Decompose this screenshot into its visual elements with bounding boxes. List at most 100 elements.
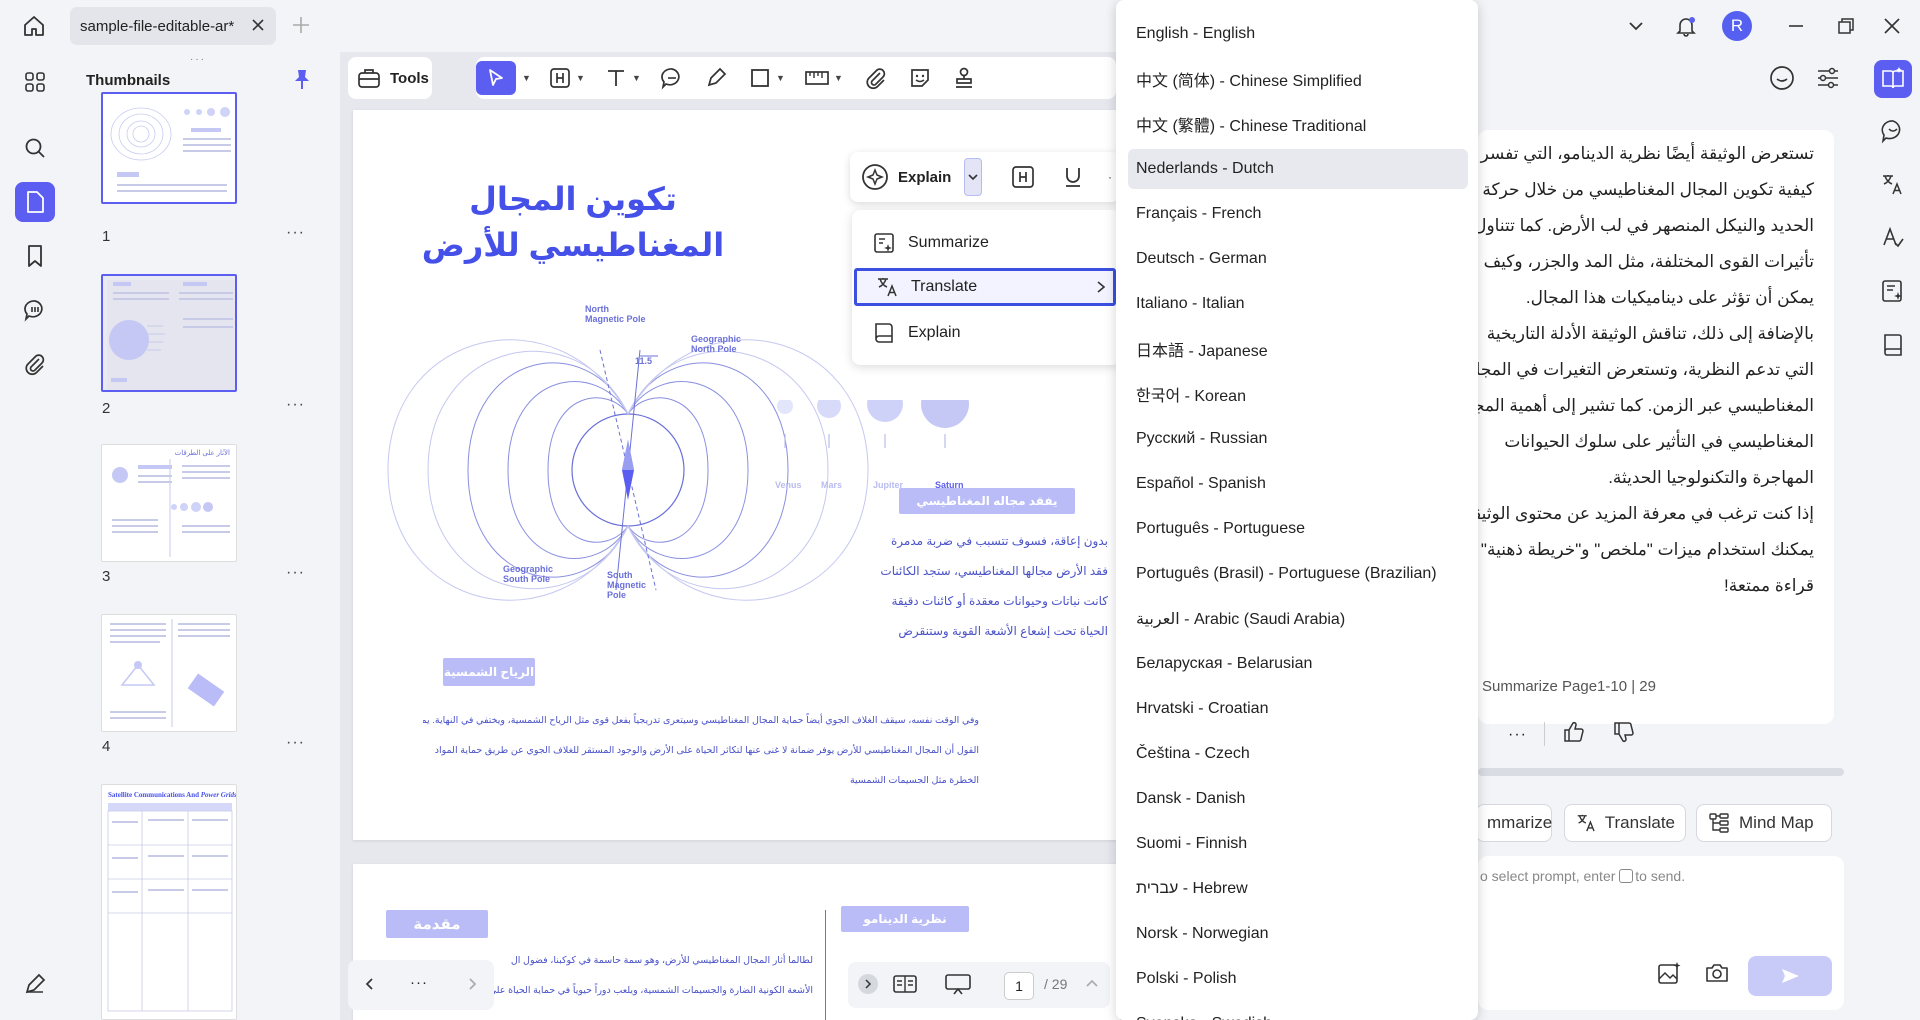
comment-tool[interactable] <box>660 61 684 95</box>
comments-button[interactable] <box>15 290 55 330</box>
next-arrow-button[interactable] <box>464 976 480 992</box>
home-button[interactable] <box>14 8 54 44</box>
thumbs-down-button[interactable] <box>1612 720 1636 744</box>
ai-chat-button[interactable] <box>1874 60 1912 98</box>
geographic-north-pole-label: Geographic North Pole <box>691 334 742 354</box>
thumbnail-page-3[interactable]: الآثار على الطرقات <box>101 444 237 562</box>
language-option[interactable]: Hrvatski - Croatian <box>1128 689 1468 729</box>
thumbnail-more-button[interactable]: ··· <box>286 734 305 752</box>
select-tool-caret[interactable]: ▼ <box>518 61 531 95</box>
thumbnail-page-5[interactable]: Satellite Communications And Power Grids <box>101 784 237 1020</box>
sticker-tool[interactable] <box>908 61 932 95</box>
language-option[interactable]: Português (Brasil) - Portuguese (Brazili… <box>1128 554 1468 594</box>
ai-image-button[interactable] <box>1656 960 1682 986</box>
highlight-text-button[interactable] <box>1010 164 1036 190</box>
bookmarks-button[interactable] <box>15 236 55 276</box>
language-option[interactable]: Dansk - Danish <box>1128 779 1468 819</box>
text-check-icon <box>1883 226 1904 248</box>
pencil-tool[interactable] <box>704 61 728 95</box>
language-option[interactable]: Français - French <box>1128 194 1468 234</box>
thumbnails-button[interactable] <box>15 182 55 222</box>
underline-button[interactable] <box>1060 164 1086 190</box>
summarize-chip[interactable]: mmarize <box>1476 804 1552 842</box>
reading-book-button[interactable] <box>1874 326 1912 364</box>
signature-button[interactable] <box>15 964 55 1004</box>
language-option[interactable]: Čeština - Czech <box>1128 734 1468 774</box>
new-tab-button[interactable] <box>290 14 312 36</box>
signature-tool[interactable] <box>952 61 976 95</box>
more-options-icon[interactable]: ··· <box>410 974 428 991</box>
pin-icon[interactable] <box>292 68 312 90</box>
language-option[interactable]: Polski - Polish <box>1128 959 1468 999</box>
close-window-button[interactable] <box>1876 10 1908 42</box>
language-option[interactable]: English - English <box>1128 14 1468 54</box>
minimize-button[interactable] <box>1780 10 1812 42</box>
screenshot-button[interactable] <box>1704 960 1730 986</box>
language-option[interactable]: العربية - Arabic (Saudi Arabia) <box>1128 599 1468 639</box>
prompt-input-area[interactable]: o select prompt, enter to send. <box>1478 856 1844 1010</box>
stamp-tool[interactable]: ▼ <box>804 61 843 95</box>
translate-panel-button[interactable] <box>1874 166 1912 204</box>
thumbnail-more-button[interactable]: ··· <box>286 396 305 414</box>
mind-map-chip[interactable]: Mind Map <box>1696 804 1832 842</box>
thumbnail-more-button[interactable]: ··· <box>286 564 305 582</box>
language-option[interactable]: Deutsch - German <box>1128 239 1468 279</box>
highlight-tool[interactable]: ▼ <box>548 61 585 95</box>
page-up-button[interactable] <box>1084 976 1100 992</box>
language-option[interactable]: Suomi - Finnish <box>1128 824 1468 864</box>
user-avatar[interactable]: R <box>1722 11 1752 41</box>
language-option[interactable]: Português - Portuguese <box>1128 509 1468 549</box>
language-option[interactable]: 한국어 - Korean <box>1128 374 1468 414</box>
notifications-button[interactable] <box>1670 10 1702 42</box>
language-option[interactable]: Italiano - Italian <box>1128 284 1468 324</box>
language-option[interactable]: 中文 (简体) - Chinese Simplified <box>1128 59 1468 99</box>
page-number-input[interactable]: 1 <box>1004 972 1034 1000</box>
presentation-button[interactable] <box>944 972 972 996</box>
language-option[interactable]: 中文 (繁體) - Chinese Traditional <box>1128 104 1468 144</box>
ai-summary-button[interactable] <box>1874 272 1912 310</box>
thumbnail-more-button[interactable]: ··· <box>286 224 305 242</box>
dropdown-button[interactable] <box>1620 10 1652 42</box>
language-option[interactable]: 日本語 - Japanese <box>1128 329 1468 369</box>
thumbnail-page-2[interactable] <box>101 274 237 392</box>
menu-item-translate[interactable]: Translate <box>854 268 1116 306</box>
menu-item-explain[interactable]: Explain <box>854 314 1116 352</box>
collapse-nav-button[interactable] <box>858 974 878 994</box>
history-button[interactable] <box>1768 64 1796 92</box>
language-option[interactable]: Español - Spanish <box>1128 464 1468 504</box>
document-tab[interactable]: sample-file-editable-ar* <box>70 7 276 45</box>
thumbnail-page-4[interactable] <box>101 614 237 732</box>
language-option[interactable]: עברית - Hebrew <box>1128 869 1468 909</box>
send-button[interactable] <box>1748 956 1832 996</box>
text-tool[interactable]: ▼ <box>604 61 641 95</box>
language-option[interactable]: Беларуская - Belarusian <box>1128 644 1468 684</box>
panel-scrollbar[interactable] <box>1478 768 1844 776</box>
tools-button[interactable]: Tools <box>348 57 432 99</box>
explain-button[interactable]: Explain <box>860 160 951 194</box>
page-layout-button[interactable] <box>892 972 918 996</box>
more-icon[interactable]: · <box>1108 170 1112 184</box>
thumbs-up-button[interactable] <box>1562 720 1586 744</box>
close-tab-icon[interactable] <box>250 17 266 33</box>
panel-settings-button[interactable] <box>1814 64 1842 92</box>
menu-item-summarize[interactable]: Summarize <box>854 224 1116 262</box>
prev-arrow-button[interactable] <box>362 976 378 992</box>
thumbnail-page-1[interactable] <box>101 92 237 204</box>
restore-button[interactable] <box>1830 10 1862 42</box>
language-option[interactable]: Nederlands - Dutch <box>1128 149 1468 189</box>
organize-pages-button[interactable] <box>15 62 55 102</box>
select-tool[interactable] <box>476 61 516 95</box>
more-actions-icon[interactable]: ··· <box>1508 726 1527 744</box>
search-button[interactable] <box>15 128 55 168</box>
proofread-button[interactable] <box>1874 218 1912 256</box>
explain-dropdown-toggle[interactable] <box>964 158 982 196</box>
attachments-button[interactable] <box>15 344 55 384</box>
ai-chat-alt-button[interactable] <box>1874 112 1912 150</box>
language-option[interactable]: Русский - Russian <box>1128 419 1468 459</box>
language-option[interactable]: Svenska - Swedish <box>1128 1004 1468 1020</box>
language-option[interactable]: Norsk - Norwegian <box>1128 914 1468 954</box>
shape-tool[interactable]: ▼ <box>748 61 785 95</box>
translate-chip[interactable]: Translate <box>1564 804 1686 842</box>
attach-tool[interactable] <box>864 61 888 95</box>
panel-resize-grip[interactable]: ··· <box>190 54 206 65</box>
